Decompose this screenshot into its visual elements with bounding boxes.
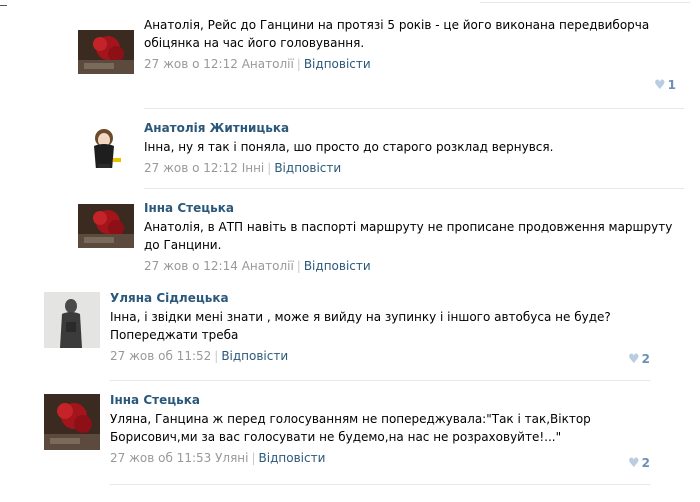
comment-2: Анатолія Житницька Інна, ну я так і поня… xyxy=(78,120,680,184)
comment-text: Анатолія, в АТП навіть в паспорті маршру… xyxy=(144,220,673,252)
heart-icon: ♥ xyxy=(627,456,640,471)
like-button[interactable]: ♥ 2 xyxy=(628,352,650,367)
like-button[interactable]: ♥ 2 xyxy=(628,456,650,471)
comment-text: Інна, і звідки мені знати , може я вийду… xyxy=(110,310,611,342)
comment-date[interactable]: 27 жов об 11:53 xyxy=(110,451,211,465)
comment-meta: 27 жов о 12:12 Анатолії | Відповісти xyxy=(144,57,371,71)
person-avatar-icon[interactable] xyxy=(44,292,100,348)
reply-link[interactable]: Відповісти xyxy=(304,57,371,71)
comment-divider xyxy=(110,380,650,381)
top-divider xyxy=(480,2,690,3)
comment-addressee[interactable]: Інні xyxy=(242,161,265,175)
roses-avatar-icon[interactable] xyxy=(78,30,134,74)
comment-1: Анатолія, Рейс до Ганцини на протязі 5 р… xyxy=(78,14,680,104)
comment-author[interactable]: Інна Стецька xyxy=(110,392,650,408)
girl-avatar-icon[interactable] xyxy=(78,124,134,168)
comment-author[interactable]: Уляна Сідлецька xyxy=(110,290,650,306)
like-count: 2 xyxy=(641,352,650,366)
comment-author[interactable]: Анатолія Житницька xyxy=(144,120,676,136)
like-count: 2 xyxy=(641,456,650,470)
like-count: 1 xyxy=(667,78,676,92)
comment-text: Анатолія, Рейс до Ганцини на протязі 5 р… xyxy=(144,18,650,50)
comment-meta: 27 жов об 11:53 Уляні | Відповісти xyxy=(110,451,326,465)
comment-author[interactable]: Інна Стецька xyxy=(144,200,676,216)
like-button[interactable]: ♥ 1 xyxy=(654,78,676,93)
edge-mark xyxy=(0,5,7,6)
comment-text: Уляна, Ганцина ж перед голосуванням не п… xyxy=(110,412,591,444)
reply-link[interactable]: Відповісти xyxy=(221,349,288,363)
comment-date[interactable]: 27 жов о 12:12 xyxy=(144,57,238,71)
comment-text: Інна, ну я так і поняла, шо просто до ст… xyxy=(144,140,554,154)
comment-meta: 27 жов о 12:12 Інні | Відповісти xyxy=(144,161,342,175)
comment-date[interactable]: 27 жов об 11:52 xyxy=(110,349,211,363)
reply-link[interactable]: Відповісти xyxy=(259,451,326,465)
comment-date[interactable]: 27 жов о 12:14 xyxy=(144,259,238,273)
comment-divider xyxy=(144,108,684,109)
roses-avatar-icon[interactable] xyxy=(78,204,134,248)
comment-divider xyxy=(144,188,684,189)
heart-icon: ♥ xyxy=(627,352,640,367)
reply-link[interactable]: Відповісти xyxy=(274,161,341,175)
comment-divider xyxy=(110,484,650,485)
comment-5: Інна Стецька Уляна, Ганцина ж перед голо… xyxy=(44,392,650,478)
heart-icon: ♥ xyxy=(653,78,666,93)
comment-3: Інна Стецька Анатолія, в АТП навіть в па… xyxy=(78,200,680,284)
comment-addressee[interactable]: Анатолії xyxy=(242,57,294,71)
comment-meta: 27 жов об 11:52 | Відповісти xyxy=(110,349,289,363)
roses-avatar-icon[interactable] xyxy=(44,394,100,450)
reply-link[interactable]: Відповісти xyxy=(304,259,371,273)
comment-addressee[interactable]: Анатолії xyxy=(242,259,294,273)
comment-addressee[interactable]: Уляні xyxy=(215,451,248,465)
comment-date[interactable]: 27 жов о 12:12 xyxy=(144,161,238,175)
comment-meta: 27 жов о 12:14 Анатолії | Відповісти xyxy=(144,259,371,273)
comment-4: Уляна Сідлецька Інна, і звідки мені знат… xyxy=(44,290,650,374)
